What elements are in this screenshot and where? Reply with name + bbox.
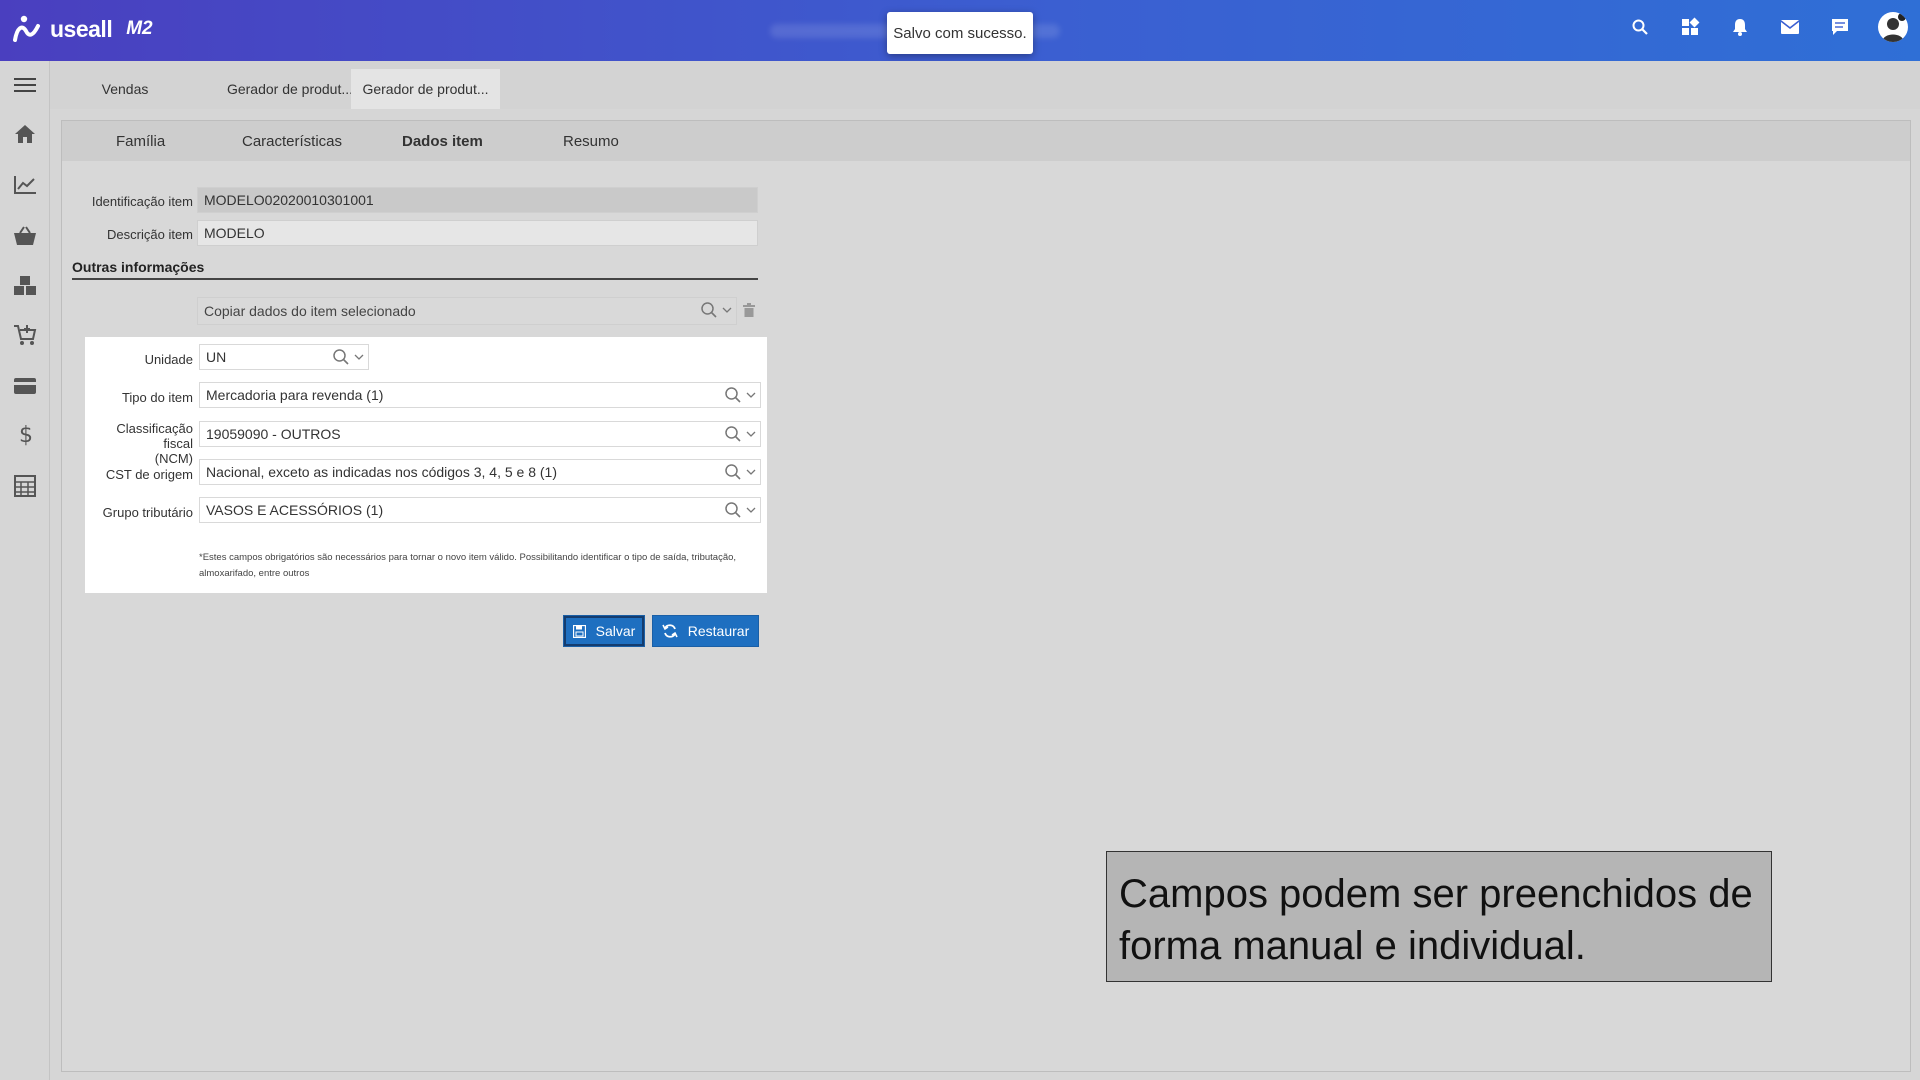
required-fields-note: *Estes campos obrigatórios são necessári… xyxy=(199,552,737,579)
dollar-icon[interactable]: $ xyxy=(11,420,39,448)
home-icon[interactable] xyxy=(11,120,39,148)
svg-text:$: $ xyxy=(19,423,33,446)
section-title-outras: Outras informações xyxy=(72,259,758,280)
chevron-down-icon[interactable] xyxy=(746,390,756,400)
copy-item-placeholder: Copiar dados do item selecionado xyxy=(204,303,416,319)
chevron-down-icon[interactable] xyxy=(746,429,756,439)
trash-icon[interactable] xyxy=(743,303,755,317)
identificacao-field: MODELO02020010301001 xyxy=(197,187,758,213)
search-icon[interactable] xyxy=(700,301,718,319)
save-button[interactable]: Salvar xyxy=(563,615,645,647)
card-icon[interactable] xyxy=(11,372,39,400)
save-button-label: Salvar xyxy=(595,623,636,639)
caption-box: Campos podem ser preenchidos de forma ma… xyxy=(1106,851,1772,982)
search-icon[interactable] xyxy=(1628,15,1652,39)
search-icon[interactable] xyxy=(724,425,742,443)
copy-item-select[interactable]: Copiar dados do item selecionado xyxy=(197,297,737,325)
tipo-item-select[interactable]: Mercadoria para revenda (1) xyxy=(199,382,761,408)
logo-icon xyxy=(13,15,40,42)
app-logo[interactable]: useall M2 xyxy=(12,14,153,44)
cst-origem-value: Nacional, exceto as indicadas nos código… xyxy=(206,464,557,480)
ncm-select[interactable]: 19059090 - OUTROS xyxy=(199,421,761,447)
boxes-icon[interactable] xyxy=(11,272,39,300)
chat-icon[interactable] xyxy=(1828,15,1852,39)
apps-icon[interactable] xyxy=(1678,15,1702,39)
sidebar: $ xyxy=(0,61,50,1080)
restore-button[interactable]: Restaurar xyxy=(652,615,759,647)
unidade-select[interactable]: UN xyxy=(199,344,369,370)
calculator-icon[interactable] xyxy=(11,472,39,500)
cart-icon[interactable] xyxy=(11,321,39,349)
step-familia[interactable]: Família xyxy=(116,121,165,161)
step-resumo[interactable]: Resumo xyxy=(563,121,619,161)
descricao-label: Descrição item xyxy=(107,227,193,242)
search-icon[interactable] xyxy=(724,463,742,481)
restore-button-label: Restaurar xyxy=(687,623,750,639)
cst-origem-label: CST de origem xyxy=(105,467,193,482)
step-caracteristicas[interactable]: Características xyxy=(242,121,342,161)
chevron-down-icon[interactable] xyxy=(354,352,364,362)
tab-vendas[interactable]: Vendas xyxy=(70,69,180,109)
identificacao-label: Identificação item xyxy=(91,194,193,209)
basket-icon[interactable] xyxy=(11,222,39,250)
step-dados-item[interactable]: Dados item xyxy=(402,121,483,161)
required-fields-card: Unidade UN Tipo do item Mercadoria para … xyxy=(85,337,767,593)
main-panel: Família Características Dados item Resum… xyxy=(61,120,1911,1072)
ncm-label: Classificação fiscal (NCM) xyxy=(85,421,193,466)
grupo-tributario-label: Grupo tributário xyxy=(102,505,193,520)
wizard-steps: Família Características Dados item Resum… xyxy=(62,121,1910,161)
cst-origem-select[interactable]: Nacional, exceto as indicadas nos código… xyxy=(199,459,761,485)
unidade-label: Unidade xyxy=(144,352,193,367)
refresh-icon xyxy=(662,624,678,638)
chevron-down-icon[interactable] xyxy=(722,305,732,315)
tipo-item-label: Tipo do item xyxy=(121,390,193,405)
descricao-input[interactable]: MODELO xyxy=(197,220,758,246)
grupo-tributario-select[interactable]: VASOS E ACESSÓRIOS (1) xyxy=(199,497,761,523)
search-icon[interactable] xyxy=(332,348,350,366)
chevron-down-icon[interactable] xyxy=(746,505,756,515)
tab-gerador-2[interactable]: Gerador de produt... xyxy=(351,69,500,109)
chart-line-icon[interactable] xyxy=(11,171,39,199)
mail-icon[interactable] xyxy=(1778,15,1802,39)
brand-sub: M2 xyxy=(126,18,153,39)
chevron-down-icon[interactable] xyxy=(746,467,756,477)
grupo-tributario-value: VASOS E ACESSÓRIOS (1) xyxy=(206,502,384,518)
user-avatar[interactable] xyxy=(1878,12,1908,42)
unidade-value: UN xyxy=(206,349,227,365)
search-icon[interactable] xyxy=(724,501,742,519)
tipo-item-value: Mercadoria para revenda (1) xyxy=(206,387,384,403)
ncm-label-line2: (NCM) xyxy=(154,451,193,466)
ncm-value: 19059090 - OUTROS xyxy=(206,426,341,442)
top-bar: useall M2 Salvo com sucesso. xyxy=(0,0,1920,61)
brand-name: useall xyxy=(50,15,113,42)
menu-icon[interactable] xyxy=(11,71,39,99)
bell-icon[interactable] xyxy=(1728,15,1752,39)
success-toast: Salvo com sucesso. xyxy=(887,12,1033,54)
ncm-label-line1: Classificação fiscal xyxy=(116,421,193,451)
search-icon[interactable] xyxy=(724,386,742,404)
tabs-bar: Vendas Gerador de produt... Gerador de p… xyxy=(50,61,1920,109)
save-icon xyxy=(572,624,586,638)
